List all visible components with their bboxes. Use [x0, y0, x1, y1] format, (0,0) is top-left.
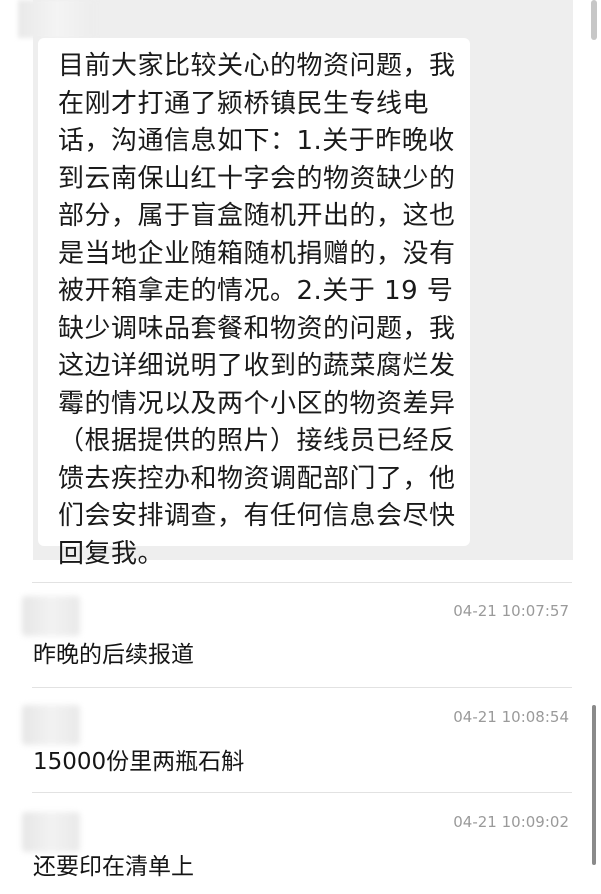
message-timestamp: 04-21 10:08:54 [453, 708, 569, 726]
quoted-message-line: 到云南保山红十字会的物资缺少的 [58, 163, 456, 194]
message-timestamp: 04-21 10:09:02 [453, 813, 569, 831]
quoted-message-line: 们会安排调查，有任何信息会尽快 [58, 501, 456, 531]
message-text: 15000份里两瓶石斛 [33, 749, 245, 775]
scrollbar-thumb[interactable] [592, 705, 596, 865]
quoted-message-line: 馈去疾控办和物资调配部门了，他 [58, 463, 456, 494]
chat-message[interactable]: 04-21 10:08:54 15000份里两瓶石斛 [0, 687, 601, 792]
avatar[interactable] [22, 705, 80, 745]
avatar[interactable] [22, 596, 80, 636]
quoted-message-line: 缺少调味品套餐和物资的问题，我 [58, 313, 456, 344]
chat-message[interactable]: 04-21 10:07:57 昨晚的后续报道 [0, 582, 601, 687]
quoted-message-line: 在刚才打通了颍桥镇民生专线电 [58, 88, 430, 119]
quoted-message-text: 目前大家比较关心的物资问题，我 在刚才打通了颍桥镇民生专线电 话，沟通信息如下：… [58, 48, 456, 573]
quoted-message-line: 回复我。 [58, 538, 165, 569]
chat-history-page: 目前大家比较关心的物资问题，我 在刚才打通了颍桥镇民生专线电 话，沟通信息如下：… [0, 0, 601, 894]
chat-message[interactable]: 04-21 10:09:02 还要印在清单上 [0, 792, 601, 894]
avatar[interactable] [22, 812, 80, 852]
scrollbar-thumb-top[interactable] [591, 0, 597, 40]
quoted-message-line: 话，沟通信息如下：1.关于昨晚收 [58, 126, 455, 156]
quoted-message-line: 部分，属于盲盒随机开出的，这也 [58, 201, 456, 231]
quoted-message-line: 这边详细说明了收到的蔬菜腐烂发 [58, 351, 456, 381]
message-text: 昨晚的后续报道 [33, 642, 194, 668]
message-text: 还要印在清单上 [33, 854, 194, 880]
quoted-message-line: 被开箱拿走的情况。2.关于 19 号 [58, 276, 454, 306]
quoted-message-line: 目前大家比较关心的物资问题，我 [58, 51, 456, 81]
message-timestamp: 04-21 10:07:57 [453, 602, 569, 620]
quoted-message-bubble[interactable]: 目前大家比较关心的物资问题，我 在刚才打通了颍桥镇民生专线电 话，沟通信息如下：… [38, 38, 470, 569]
quoted-message-line: （根据提供的照片）接线员已经反 [58, 426, 456, 456]
quoted-message-line: 是当地企业随箱随机捐赠的，没有 [58, 238, 456, 269]
quoted-message-line: 霉的情况以及两个小区的物资差异 [58, 388, 456, 419]
avatar[interactable] [18, 0, 96, 38]
